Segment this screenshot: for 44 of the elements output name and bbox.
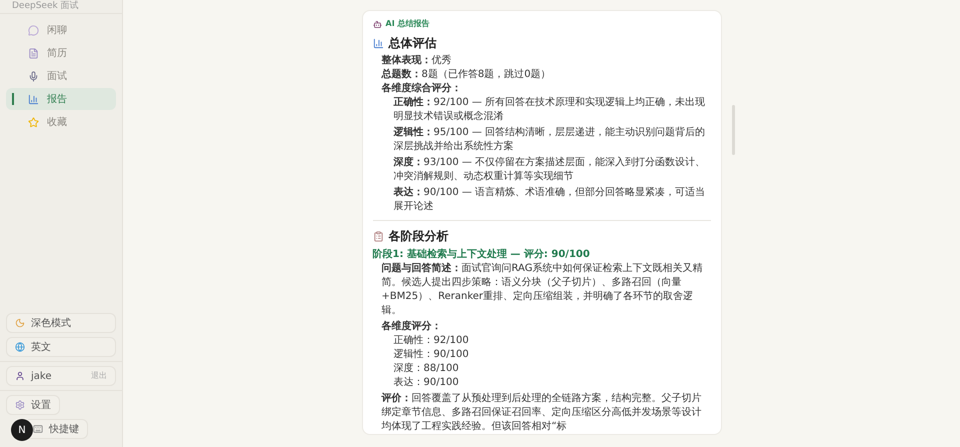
bar-chart-icon [28, 94, 39, 104]
section-title: 总体评估 [388, 35, 436, 52]
moon-icon [15, 318, 25, 328]
sidebar-item[interactable]: 闲聊 [6, 19, 116, 41]
document-icon [28, 48, 39, 58]
logout-link[interactable]: 退出 [91, 370, 107, 382]
bar-chart-icon [372, 38, 384, 48]
sidebar-item[interactable]: 报告 [6, 88, 116, 110]
score-line: 正确性：92/100 [394, 334, 470, 348]
robot-icon [372, 20, 382, 28]
report-paragraph: 问题与回答简述：面试官询问RAG系统中如何保证检索上下文既相关又精简。候选人提出四步策略：语义分块（父子切片）、多路召回（向量+BM25）、Reranker重排、定向压缩组装，并明确了各环节的取舍逻辑。 [382, 262, 704, 318]
report-paragraph: 正确性：92/100 — 所有回答在技术原理和实现逻辑上均正确，未出现明显技术错误或概念混淆 [394, 96, 706, 124]
report-paragraph: 总题数：8题（已作答8题，跳过0题） [382, 68, 552, 82]
sidebar-item[interactable]: 面试 [6, 65, 116, 87]
microphone-icon [28, 70, 39, 82]
dimensions-label: 各维度评分： [382, 320, 442, 334]
dev-badge[interactable]: N [11, 419, 33, 441]
theme-toggle[interactable]: 深色模式 [6, 313, 116, 333]
score-line: 逻辑性：90/100 [394, 348, 470, 362]
active-indicator [12, 93, 14, 105]
sidebar-item[interactable]: 收藏 [6, 111, 116, 133]
score-line: 表达：90/100 [394, 376, 460, 390]
section-title: 各阶段分析 [388, 228, 448, 245]
language-toggle[interactable]: 英文 [6, 337, 116, 357]
app-brand: DeepSeek 面试 [12, 0, 80, 12]
report-paragraph: 表达：90/100 — 语言精炼、术语准确，但部分回答略显紧凑，可适当展开论述 [394, 186, 706, 214]
user-name: jake [31, 370, 52, 384]
sidebar-item[interactable]: 简历 [6, 42, 116, 64]
score-line: 深度：88/100 [394, 362, 460, 376]
report-header: AI 总结报告 [386, 18, 430, 30]
report-paragraph: 深度：93/100 — 不仅停留在方案描述层面，能深入到打分函数设计、冲突消解规则、动态权重计算等实现细节 [394, 156, 706, 184]
report-paragraph: 逻辑性：95/100 — 回答结构清晰，层层递进，能主动识别问题背后的深层挑战并给出系统性方案 [394, 126, 706, 154]
report-paragraph: 整体表现：优秀 [382, 54, 452, 68]
stage-heading: 阶段1: 基础检索与上下文处理 — 评分: 90/100 [372, 248, 591, 262]
settings-icon [15, 400, 25, 410]
keyboard-icon [33, 424, 43, 434]
user-icon [15, 371, 25, 381]
report-paragraph: 评价：回答覆盖了从预处理到后处理的全链路方案，结构完整。父子切片绑定章节信息、多路召回保证召回率、定向压缩区分高低并发场景等设计均体现了工程实践经验。但该回答相对“标 [382, 392, 702, 434]
settings-button[interactable]: 设置 [6, 395, 60, 415]
globe-icon [15, 342, 25, 352]
dimensions-label: 各维度综合评分： [382, 82, 462, 96]
clipboard-icon [372, 230, 384, 242]
star-icon [28, 116, 39, 128]
chat-icon [28, 24, 39, 36]
